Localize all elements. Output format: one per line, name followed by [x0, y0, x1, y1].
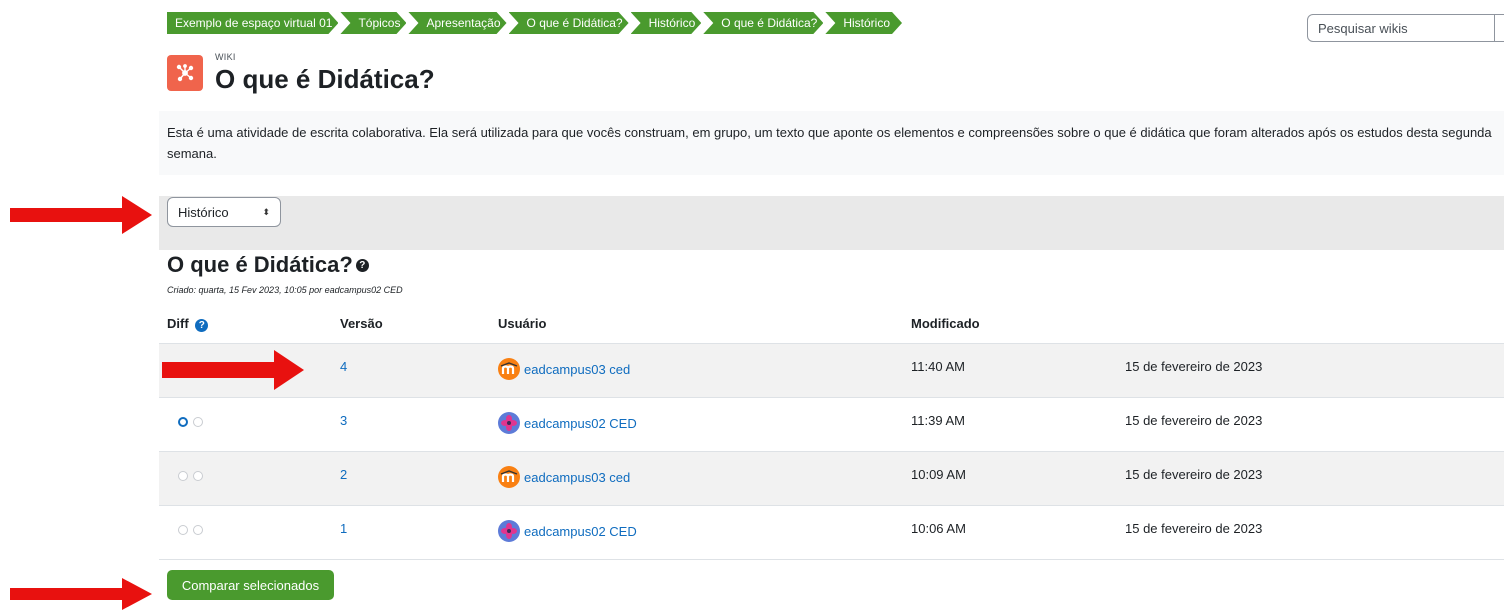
flower-avatar-icon — [498, 520, 520, 542]
version-link[interactable]: 3 — [340, 413, 347, 428]
column-diff: Diff ? — [167, 316, 209, 332]
diff-radio-from[interactable] — [178, 525, 188, 535]
breadcrumb-item-course[interactable]: Exemplo de espaço virtual 01 — [167, 12, 338, 34]
modified-time: 11:39 AM — [911, 413, 965, 428]
red-arrow-icon — [10, 578, 152, 610]
module-type-label: WIKI — [215, 52, 236, 62]
history-page-title-text: O que é Didática? — [167, 252, 353, 277]
history-table: Diff ? Versão Usuário Modificado 4 eadca… — [159, 305, 1504, 560]
version-link[interactable]: 1 — [340, 521, 347, 536]
breadcrumb-item-presentation[interactable]: Apresentação — [408, 12, 506, 34]
table-row: 3 eadcampus02 CED 11:39 AM 15 de feverei… — [159, 398, 1504, 452]
user-link[interactable]: eadcampus02 CED — [524, 416, 637, 431]
table-row: 4 eadcampus03 ced 11:40 AM 15 de feverei… — [159, 344, 1504, 398]
breadcrumb-item-page[interactable]: O que é Didática? — [703, 12, 823, 34]
breadcrumb-item-topics[interactable]: Tópicos — [340, 12, 406, 34]
page-title: O que é Didática? — [215, 64, 435, 94]
table-row: 1 eadcampus02 CED 10:06 AM 15 de feverei… — [159, 506, 1504, 560]
moodle-avatar-icon — [498, 466, 520, 488]
activity-description: Esta é uma atividade de escrita colabora… — [159, 111, 1504, 175]
diff-radio-to[interactable] — [193, 417, 203, 427]
version-link[interactable]: 2 — [340, 467, 347, 482]
breadcrumb: Exemplo de espaço virtual 01 Tópicos Apr… — [167, 12, 904, 34]
search-wikis-input[interactable] — [1307, 14, 1504, 42]
column-modified: Modificado — [911, 316, 980, 331]
modified-time: 10:06 AM — [911, 521, 966, 536]
modified-date: 15 de fevereiro de 2023 — [1125, 413, 1263, 428]
modified-time: 10:09 AM — [911, 467, 966, 482]
user-link[interactable]: eadcampus02 CED — [524, 524, 637, 539]
user-cell: eadcampus03 ced — [498, 358, 630, 380]
user-link[interactable]: eadcampus03 ced — [524, 362, 630, 377]
moodle-avatar-icon — [498, 358, 520, 380]
diff-radio-from[interactable] — [178, 417, 188, 427]
column-version: Versão — [340, 316, 383, 331]
user-cell: eadcampus03 ced — [498, 466, 630, 488]
user-link[interactable]: eadcampus03 ced — [524, 470, 630, 485]
flower-avatar-icon — [498, 412, 520, 434]
help-icon[interactable]: ? — [355, 258, 369, 272]
table-header: Diff ? Versão Usuário Modificado — [159, 305, 1504, 344]
help-icon[interactable]: ? — [195, 319, 209, 332]
created-info: Criado: quarta, 15 Fev 2023, 10:05 por e… — [167, 285, 403, 295]
user-cell: eadcampus02 CED — [498, 520, 637, 542]
diff-radios — [178, 417, 203, 427]
column-user: Usuário — [498, 316, 547, 331]
view-select-bar: Histórico ⬍ — [159, 196, 1504, 250]
search-button[interactable] — [1494, 14, 1504, 42]
modified-time: 11:40 AM — [911, 359, 965, 374]
version-link[interactable]: 4 — [340, 359, 347, 374]
modified-date: 15 de fevereiro de 2023 — [1125, 359, 1263, 374]
user-cell: eadcampus02 CED — [498, 412, 637, 434]
history-page-title: O que é Didática? ? — [167, 252, 369, 278]
column-diff-label: Diff — [167, 316, 189, 331]
breadcrumb-item-history[interactable]: Histórico — [631, 12, 702, 34]
red-arrow-icon — [162, 350, 304, 390]
table-row: 2 eadcampus03 ced 10:09 AM 15 de feverei… — [159, 452, 1504, 506]
breadcrumb-item-current: Histórico — [825, 12, 902, 34]
diff-radio-to[interactable] — [193, 525, 203, 535]
modified-date: 15 de fevereiro de 2023 — [1125, 521, 1263, 536]
red-arrow-icon — [10, 196, 152, 234]
compare-selected-button[interactable]: Comparar selecionados — [167, 570, 334, 600]
modified-date: 15 de fevereiro de 2023 — [1125, 467, 1263, 482]
diff-radios — [178, 471, 203, 481]
breadcrumb-item-wiki[interactable]: O que é Didática? — [509, 12, 629, 34]
view-select-value: Histórico — [178, 204, 229, 220]
view-select[interactable]: Histórico ⬍ — [167, 197, 281, 227]
diff-radio-from[interactable] — [178, 471, 188, 481]
chevron-updown-icon: ⬍ — [262, 206, 270, 217]
diff-radios — [178, 525, 203, 535]
diff-radio-to[interactable] — [193, 471, 203, 481]
wiki-icon — [167, 55, 203, 91]
